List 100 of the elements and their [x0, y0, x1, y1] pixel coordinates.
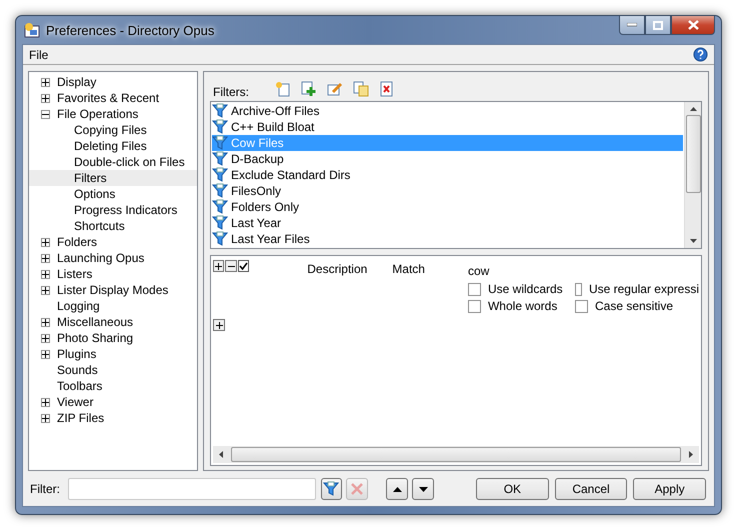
- app-icon: [24, 22, 40, 38]
- copy-icon[interactable]: [353, 80, 369, 96]
- expand-icon[interactable]: [41, 254, 50, 262]
- checkmark-icon: [239, 262, 248, 270]
- expand-icon[interactable]: [41, 238, 50, 246]
- plus-sign: [42, 78, 49, 86]
- tree-item[interactable]: Miscellaneous: [29, 314, 197, 330]
- filter-item[interactable]: Exclude Standard Dirs: [212, 167, 683, 183]
- scroll-up-icon[interactable]: [690, 107, 696, 111]
- filter-label: Filter:: [30, 482, 60, 496]
- option-checkbox[interactable]: Use regular expressi: [574, 282, 699, 296]
- tree-item[interactable]: Filters: [29, 170, 197, 186]
- expand-icon[interactable]: [41, 350, 50, 358]
- description-label: Description: [307, 262, 368, 278]
- up-triangle-icon: [392, 486, 402, 492]
- help-icon[interactable]: [693, 47, 708, 62]
- filter-field[interactable]: [68, 478, 316, 500]
- plus-icon: [216, 322, 222, 328]
- apply-filter-button[interactable]: [320, 478, 342, 500]
- menu-item[interactable]: File: [29, 48, 48, 62]
- plus-sign: [42, 334, 49, 342]
- down-triangle-icon: [418, 486, 428, 492]
- tree-item[interactable]: Options: [29, 186, 197, 202]
- option-checkbox[interactable]: Use wildcards: [468, 282, 575, 296]
- tree-item[interactable]: Folders: [29, 234, 197, 250]
- tree-item[interactable]: File Operations: [29, 106, 197, 122]
- tree-item[interactable]: Progress Indicators: [29, 202, 197, 218]
- tree-item[interactable]: Display: [29, 74, 197, 90]
- add-icon[interactable]: [301, 80, 317, 96]
- tree-item[interactable]: Listers: [29, 266, 197, 282]
- filter-item[interactable]: FilesOnly: [212, 183, 683, 199]
- delete-icon[interactable]: [379, 80, 395, 96]
- expand-icon[interactable]: [41, 414, 50, 422]
- close-icon: [688, 20, 698, 30]
- vertical-scrollbar[interactable]: [684, 102, 701, 248]
- dialog-button[interactable]: OK: [476, 478, 549, 500]
- plus-sign: [42, 318, 49, 326]
- plus-sign: [42, 254, 49, 262]
- plus-icon: [215, 262, 222, 270]
- expand-icon[interactable]: [41, 94, 50, 102]
- collapse-icon[interactable]: [41, 110, 50, 118]
- scroll-right-icon[interactable]: [689, 451, 693, 458]
- filter-item[interactable]: Folders Only: [212, 199, 683, 215]
- filter-item[interactable]: D-Backup: [212, 151, 683, 167]
- expand-icon[interactable]: [41, 270, 50, 278]
- tree-item[interactable]: Lister Display Modes: [29, 282, 197, 298]
- match-value: cow: [468, 264, 490, 278]
- filter-item[interactable]: Archive-Off Files: [212, 103, 683, 119]
- expand-icon[interactable]: [41, 78, 50, 86]
- maximize-icon: [653, 20, 663, 30]
- new-icon[interactable]: [275, 80, 291, 96]
- move-down-button[interactable]: [412, 478, 434, 500]
- filter-item[interactable]: Last Year: [212, 215, 683, 231]
- maximize-button[interactable]: [645, 16, 671, 35]
- plus-sign: [42, 398, 49, 406]
- expand-icon[interactable]: [41, 318, 50, 326]
- filters-label: Filters:: [212, 84, 250, 98]
- add-clause-button[interactable]: [213, 260, 224, 272]
- plus-sign: [42, 270, 49, 278]
- close-icon: [350, 482, 364, 496]
- option-checkbox[interactable]: Whole words: [468, 299, 575, 313]
- funnel-icon: [323, 481, 340, 497]
- dialog-button[interactable]: Apply: [633, 478, 706, 500]
- scroll-down-icon[interactable]: [690, 239, 696, 243]
- tree-item[interactable]: Launching Opus: [29, 250, 197, 266]
- match-label: Match: [392, 262, 425, 278]
- plus-sign: [42, 238, 49, 246]
- plus-sign: [42, 286, 49, 294]
- filter-item[interactable]: C++ Build Bloat: [212, 119, 683, 135]
- plus-sign: [42, 414, 49, 422]
- tree-item[interactable]: Logging: [29, 298, 197, 314]
- tree-item[interactable]: Double-click on Files: [29, 154, 197, 170]
- option-checkbox[interactable]: Case sensitive: [574, 299, 699, 313]
- close-button[interactable]: [671, 16, 715, 35]
- tree-item[interactable]: ZIP Files: [29, 410, 197, 426]
- window-title: Preferences - Directory Opus: [46, 22, 216, 38]
- scroll-left-icon[interactable]: [219, 451, 223, 458]
- filter-item[interactable]: Last Year Files: [212, 231, 683, 247]
- tree-item[interactable]: Deleting Files: [29, 138, 197, 154]
- tree-item[interactable]: Toolbars: [29, 378, 197, 394]
- tree-item[interactable]: Shortcuts: [29, 218, 197, 234]
- minimize-button[interactable]: [619, 16, 645, 35]
- expand-icon[interactable]: [41, 286, 50, 294]
- expand-icon[interactable]: [41, 398, 50, 406]
- tree-item[interactable]: Viewer: [29, 394, 197, 410]
- tree-item[interactable]: Photo Sharing: [29, 330, 197, 346]
- add-group-button[interactable]: [213, 319, 225, 331]
- tree-item[interactable]: Sounds: [29, 362, 197, 378]
- enable-checkbox[interactable]: [238, 260, 250, 272]
- dialog-button[interactable]: Cancel: [554, 478, 628, 500]
- expand-icon[interactable]: [41, 334, 50, 342]
- horizontal-scrollbar[interactable]: [213, 446, 699, 463]
- remove-clause-button[interactable]: [225, 260, 237, 272]
- minimize-icon: [627, 23, 637, 27]
- tree-item[interactable]: Plugins: [29, 346, 197, 362]
- plus-sign: [42, 94, 49, 102]
- tree-item[interactable]: Copying Files: [29, 122, 197, 138]
- edit-icon[interactable]: [327, 80, 343, 96]
- tree-item[interactable]: Favorites & Recent: [29, 90, 197, 106]
- move-up-button[interactable]: [386, 478, 408, 500]
